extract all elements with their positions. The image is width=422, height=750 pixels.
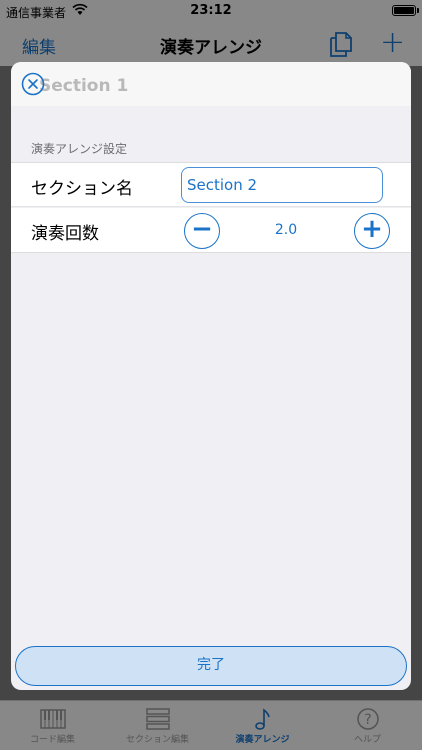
decrement-button[interactable]: − [184,213,220,249]
done-button[interactable]: 完了 [15,646,407,686]
background-section-title: Section 1 [39,76,129,96]
sheet-header: Section 1 [11,62,411,106]
section-name-label: セクション名 [31,179,133,199]
play-count-label: 演奏回数 [31,224,99,244]
arrange-settings-sheet: Section 1 演奏アレンジ設定 セクション名 演奏回数 − 2.0 + 完… [11,62,411,690]
play-count-value: 2.0 [274,222,298,238]
play-count-row: 演奏回数 − 2.0 + [11,208,411,253]
section-name-input[interactable] [181,167,383,203]
increment-button[interactable]: + [354,213,390,249]
section-name-row: セクション名 [11,162,411,207]
close-icon[interactable] [21,72,45,96]
section-header: 演奏アレンジ設定 [31,142,128,156]
